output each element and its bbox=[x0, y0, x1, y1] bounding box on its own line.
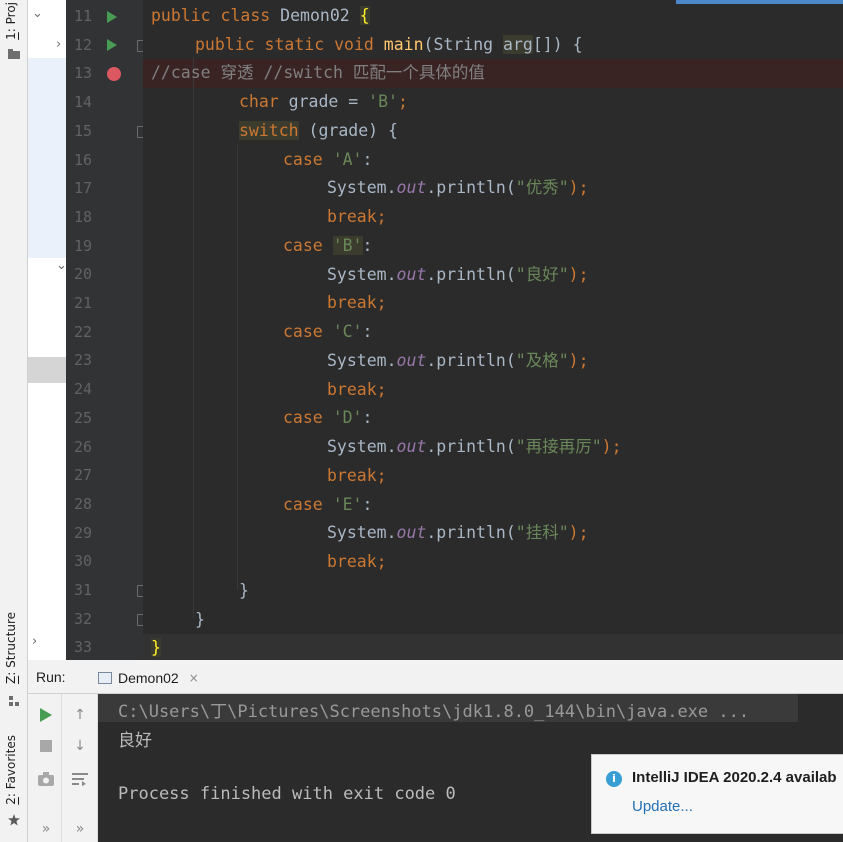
more-icon[interactable]: » bbox=[37, 820, 55, 838]
line-number: 33 bbox=[73, 638, 92, 657]
run-header: Run: Demon02 × bbox=[28, 660, 843, 694]
code-line: break; bbox=[327, 293, 387, 312]
info-icon: i bbox=[606, 771, 622, 787]
code-line: case 'D': bbox=[283, 408, 373, 427]
line-number: 21 bbox=[73, 294, 92, 312]
favorites-tool-tab[interactable]: 2: Favorites bbox=[4, 735, 18, 805]
line-number: 23 bbox=[73, 351, 92, 370]
caret-line-highlight bbox=[143, 634, 843, 660]
code-line: System.out.println("挂科"); bbox=[327, 523, 589, 542]
stop-button[interactable] bbox=[37, 737, 55, 755]
structure-tool-tab[interactable]: Z: Structure bbox=[4, 612, 18, 684]
indent-guide bbox=[237, 145, 238, 590]
code-line: public class Demon02 { bbox=[151, 6, 370, 25]
line-number: 20 bbox=[73, 265, 92, 284]
run-label: Run: bbox=[36, 669, 66, 685]
line-number: 18 bbox=[73, 207, 92, 226]
code-line: switch (grade) { bbox=[239, 121, 398, 140]
line-number: 28 bbox=[73, 494, 92, 513]
run-toolbar-secondary: ↑ ↓ » bbox=[62, 694, 98, 842]
code-line: case 'A': bbox=[283, 150, 373, 169]
project-tool-tab[interactable]: 1: Proj bbox=[4, 2, 18, 40]
code-line: } bbox=[151, 638, 161, 657]
line-number: 26 bbox=[73, 437, 92, 456]
run-toolbar-primary: » bbox=[28, 694, 62, 842]
line-number: 11 bbox=[73, 7, 92, 25]
update-link[interactable]: Update... bbox=[632, 798, 693, 815]
arrow-down-icon[interactable]: ↓ bbox=[71, 737, 89, 755]
code-line: case 'E': bbox=[283, 495, 373, 514]
code-line: System.out.println("再接再厉"); bbox=[327, 437, 622, 456]
code-line: case 'C': bbox=[283, 322, 373, 341]
chevron-down-icon[interactable]: ⌄ bbox=[32, 6, 43, 21]
camera-button[interactable] bbox=[37, 770, 55, 788]
arrow-up-icon[interactable]: ↑ bbox=[71, 706, 89, 724]
line-number: 14 bbox=[73, 93, 92, 112]
code-line: public static void main(String arg[]) { bbox=[195, 35, 583, 54]
run-tab-label: Demon02 bbox=[118, 670, 179, 686]
line-number: 29 bbox=[73, 523, 92, 542]
line-number: 16 bbox=[73, 150, 92, 169]
code-line: System.out.println("优秀"); bbox=[327, 178, 589, 197]
line-number: 19 bbox=[73, 236, 92, 255]
line-number: 12 bbox=[73, 35, 92, 54]
folder-icon bbox=[8, 49, 20, 59]
line-number: 32 bbox=[73, 609, 92, 628]
code-line: case 'B': bbox=[283, 236, 373, 255]
star-icon bbox=[8, 814, 20, 826]
line-number: 13 bbox=[73, 64, 92, 83]
code-line: break; bbox=[327, 207, 387, 226]
rerun-button[interactable] bbox=[37, 706, 55, 724]
update-notification[interactable]: i IntelliJ IDEA 2020.2.4 availab Update.… bbox=[591, 754, 843, 834]
line-number: 31 bbox=[73, 581, 92, 599]
line-number: 24 bbox=[73, 380, 92, 399]
indent-guide bbox=[193, 58, 194, 618]
structure-icon bbox=[9, 696, 19, 706]
chevron-right-icon[interactable]: › bbox=[56, 37, 61, 52]
line-number: 17 bbox=[73, 179, 92, 198]
code-line: break; bbox=[327, 380, 387, 399]
project-selection-highlight bbox=[28, 58, 66, 258]
play-icon bbox=[40, 708, 52, 722]
code-line: System.out.println("及格"); bbox=[327, 351, 589, 370]
console-output-line: 良好 bbox=[118, 731, 152, 751]
line-number: 22 bbox=[73, 322, 92, 341]
line-number: 25 bbox=[73, 408, 92, 427]
code-line: char grade = 'B'; bbox=[239, 92, 408, 111]
soft-wrap-icon[interactable] bbox=[71, 770, 89, 788]
console-exit-line: Process finished with exit code 0 bbox=[118, 784, 456, 804]
code-line: break; bbox=[327, 552, 387, 571]
chevron-right-icon[interactable]: › bbox=[32, 634, 37, 649]
code-line: System.out.println("良好"); bbox=[327, 265, 589, 284]
stop-icon bbox=[40, 740, 52, 752]
run-gutter-icon[interactable] bbox=[107, 39, 117, 51]
line-number: 30 bbox=[73, 552, 92, 571]
run-tab-demon02[interactable]: Demon02 × bbox=[90, 664, 207, 692]
console-icon bbox=[98, 672, 112, 684]
close-icon[interactable]: × bbox=[189, 671, 199, 685]
line-number: 27 bbox=[73, 466, 92, 485]
code-editor[interactable]: public class Demon02 { public static voi… bbox=[143, 0, 843, 660]
editor-gutter: 11 12 13 14 15 16 17 18 19 20 21 22 23 24 25 26 27 28 29 30… bbox=[66, 0, 197, 660]
wrap-icon bbox=[72, 773, 88, 786]
camera-icon bbox=[38, 772, 54, 786]
line-number: 15 bbox=[73, 121, 92, 140]
console-command-line: C:\Users\丁\Pictures\Screenshots\jdk1.8.0… bbox=[118, 702, 750, 722]
top-accent-bar bbox=[676, 0, 843, 4]
code-line: } bbox=[195, 610, 205, 629]
code-line: } bbox=[239, 581, 249, 600]
project-panel: ⌄ › ⌄ › bbox=[28, 0, 67, 660]
left-tool-stripe: 1: Proj Z: Structure 2: Favorites bbox=[0, 0, 28, 842]
breakpoint-icon[interactable] bbox=[107, 67, 121, 81]
more-icon[interactable]: » bbox=[71, 820, 89, 838]
run-gutter-icon[interactable] bbox=[107, 11, 117, 23]
code-line: break; bbox=[327, 466, 387, 485]
notification-title: IntelliJ IDEA 2020.2.4 availab bbox=[632, 769, 837, 786]
project-selected-row[interactable] bbox=[28, 357, 66, 383]
code-line: //case 穿透 //switch 匹配一个具体的值 bbox=[151, 63, 485, 82]
